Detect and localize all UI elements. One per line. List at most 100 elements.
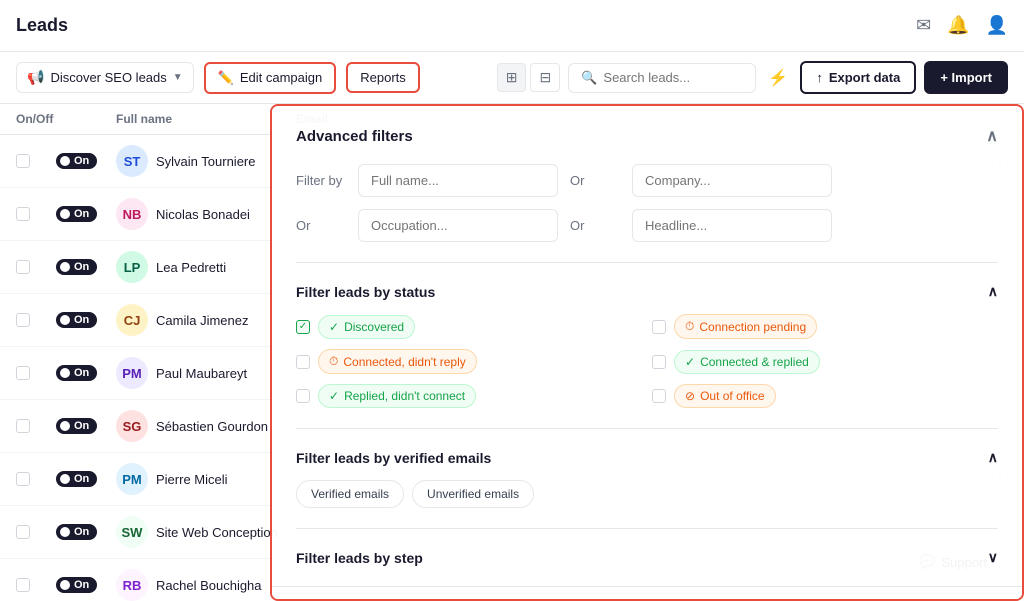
divider-2 (296, 428, 998, 429)
row-checkbox[interactable] (16, 154, 56, 168)
campaign-dropdown[interactable]: 📢 Discover SEO leads ▼ (16, 62, 194, 93)
search-input[interactable] (603, 70, 743, 85)
main-content: On/Off Full name Email On ST Sylvain Tou… (0, 104, 1024, 601)
row-toggle[interactable]: On (56, 524, 116, 540)
filter-button[interactable]: ⚡ (764, 64, 792, 92)
row-identity: CJ Camila Jimenez (116, 304, 296, 336)
status-item-replied-no-connect: ✓ Replied, didn't connect (296, 384, 642, 408)
check-icon-2: ✓ (685, 355, 695, 369)
col-avatar (56, 112, 116, 126)
row-checkbox[interactable] (16, 260, 56, 274)
status-checkbox-connected-no-reply[interactable] (296, 355, 310, 369)
row-identity: NB Nicolas Bonadei (116, 198, 296, 230)
row-toggle[interactable]: On (56, 312, 116, 328)
avatar: NB (116, 198, 148, 230)
status-checkbox-replied-no-connect[interactable] (296, 389, 310, 403)
badge-replied-no-connect[interactable]: ✓ Replied, didn't connect (318, 384, 476, 408)
avatar: SG (116, 410, 148, 442)
status-checkbox-discovered[interactable]: ✓ (296, 320, 310, 334)
avatar: PM (116, 357, 148, 389)
row-toggle[interactable]: On (56, 471, 116, 487)
user-icon[interactable]: 👤 (986, 15, 1008, 36)
filters-content: Advanced filters ∧ Filter by Or Or Or (272, 106, 1022, 586)
row-checkbox[interactable] (16, 313, 56, 327)
step-section-title: Filter leads by step (296, 550, 423, 566)
edit-campaign-button[interactable]: ✏️ Edit campaign (204, 62, 337, 94)
occupation-input[interactable] (358, 209, 558, 242)
email-tags: Verified emails Unverified emails (296, 480, 998, 508)
badge-connected-replied[interactable]: ✓ Connected & replied (674, 350, 820, 374)
row-toggle[interactable]: On (56, 418, 116, 434)
row-identity: RB Rachel Bouchigha (116, 569, 296, 601)
badge-connected-no-reply[interactable]: ⏱ Connected, didn't reply (318, 349, 477, 374)
status-checkbox-connection-pending[interactable] (652, 320, 666, 334)
status-section-header: Filter leads by status ∧ (296, 283, 998, 300)
reports-button[interactable]: Reports (346, 62, 420, 93)
row-toggle[interactable]: On (56, 365, 116, 381)
email-chevron[interactable]: ∧ (988, 449, 998, 466)
view-toggle: ⊞ ⊟ (497, 63, 560, 92)
email-section: Filter leads by verified emails ∧ Verifi… (296, 449, 998, 508)
status-section: Filter leads by status ∧ ✓ ✓ Discovered (296, 283, 998, 408)
col-fullname: Full name (116, 112, 296, 126)
row-checkbox[interactable] (16, 472, 56, 486)
clock-icon: ⏱ (685, 319, 694, 334)
oof-icon: ⊘ (685, 389, 695, 403)
verified-emails-tag[interactable]: Verified emails (296, 480, 404, 508)
edit-icon: ✏️ (218, 70, 234, 86)
status-item-connected-replied: ✓ Connected & replied (652, 349, 998, 374)
lead-name: Site Web Conception (156, 525, 278, 540)
search-box: 🔍 (568, 63, 756, 93)
list-view-button[interactable]: ⊟ (530, 63, 560, 92)
badge-out-of-office[interactable]: ⊘ Out of office (674, 384, 776, 408)
advanced-filters-chevron[interactable]: ∧ (986, 126, 998, 146)
email-section-header: Filter leads by verified emails ∧ (296, 449, 998, 466)
unverified-emails-tag[interactable]: Unverified emails (412, 480, 534, 508)
import-button[interactable]: + Import (924, 61, 1008, 94)
filters-footer: Cancel Apply (272, 586, 1022, 601)
row-identity: SG Sébastien Gourdon (116, 410, 296, 442)
avatar: RB (116, 569, 148, 601)
row-checkbox[interactable] (16, 207, 56, 221)
row-checkbox[interactable] (16, 578, 56, 592)
row-checkbox[interactable] (16, 525, 56, 539)
advanced-filters-header: Advanced filters ∧ (296, 126, 998, 146)
mail-icon[interactable]: ✉ (916, 15, 931, 36)
row-checkbox[interactable] (16, 419, 56, 433)
headline-input[interactable] (632, 209, 832, 242)
or-label-3: Or (570, 218, 620, 233)
status-chevron[interactable]: ∧ (988, 283, 998, 300)
step-section: Filter leads by step ∨ (296, 549, 998, 566)
toolbar-right: ⊞ ⊟ 🔍 ⚡ ↑ Export data + Import (497, 61, 1008, 94)
lead-name: Paul Maubareyt (156, 366, 247, 381)
row-toggle[interactable]: On (56, 153, 116, 169)
filter-row-2: Or Or (296, 209, 998, 242)
status-grid: ✓ ✓ Discovered ⏱ Connection pending (296, 314, 998, 408)
step-chevron[interactable]: ∨ (988, 549, 998, 566)
row-identity: PM Paul Maubareyt (116, 357, 296, 389)
row-toggle[interactable]: On (56, 206, 116, 222)
badge-connection-pending[interactable]: ⏱ Connection pending (674, 314, 817, 339)
filter-by-label: Filter by (296, 173, 346, 188)
toolbar-left: 📢 Discover SEO leads ▼ ✏️ Edit campaign … (16, 62, 420, 94)
badge-discovered[interactable]: ✓ Discovered (318, 315, 415, 339)
check-icon: ✓ (329, 320, 339, 334)
avatar: LP (116, 251, 148, 283)
lead-name: Lea Pedretti (156, 260, 226, 275)
row-toggle[interactable]: On (56, 259, 116, 275)
company-input[interactable] (632, 164, 832, 197)
lead-name: Sébastien Gourdon (156, 419, 268, 434)
export-button[interactable]: ↑ Export data (800, 61, 916, 94)
status-checkbox-connected-replied[interactable] (652, 355, 666, 369)
grid-view-button[interactable]: ⊞ (497, 63, 527, 92)
bell-icon[interactable]: 🔔 (947, 15, 969, 36)
avatar: ST (116, 145, 148, 177)
app-title: Leads (16, 15, 68, 36)
clock-icon-2: ⏱ (329, 354, 338, 369)
lead-name: Nicolas Bonadei (156, 207, 250, 222)
fullname-input[interactable] (358, 164, 558, 197)
status-checkbox-out-of-office[interactable] (652, 389, 666, 403)
row-toggle[interactable]: On (56, 577, 116, 593)
step-section-header: Filter leads by step ∨ (296, 549, 998, 566)
row-checkbox[interactable] (16, 366, 56, 380)
